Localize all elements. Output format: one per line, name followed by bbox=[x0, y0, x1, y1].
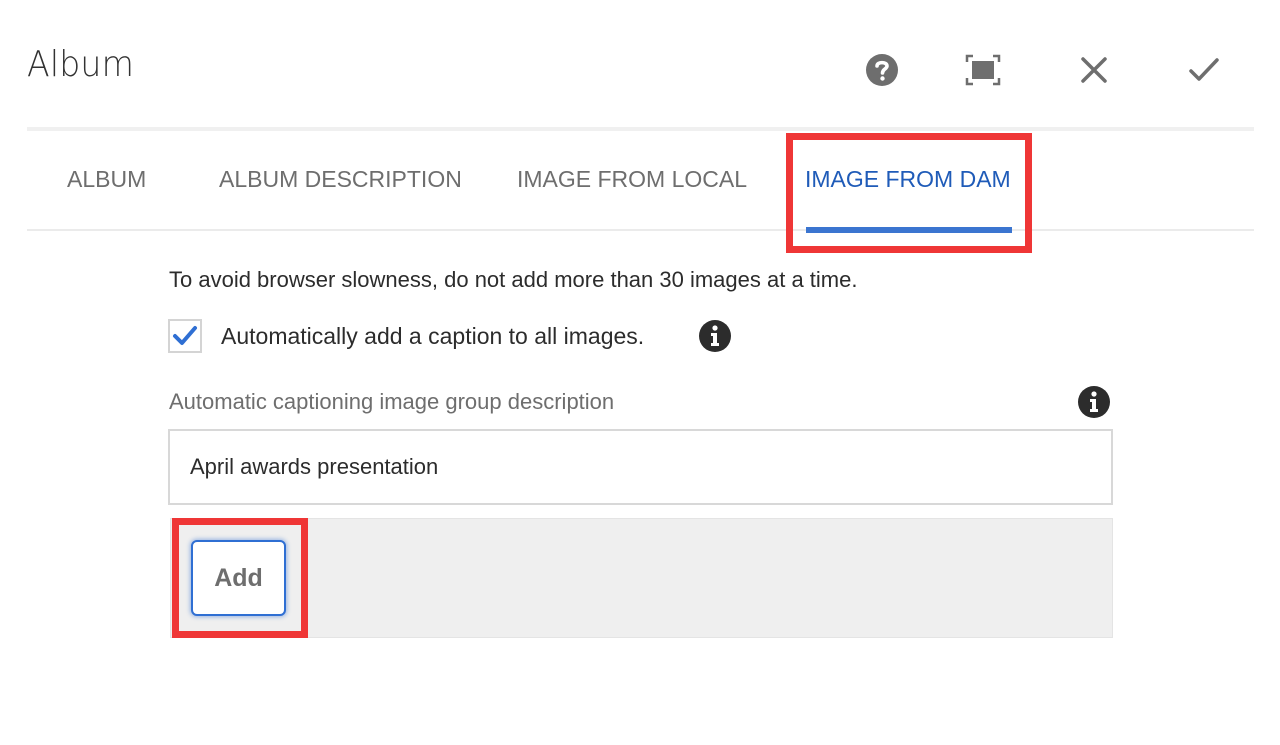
group-description-input[interactable] bbox=[168, 429, 1113, 505]
header-divider bbox=[27, 127, 1254, 131]
help-button[interactable] bbox=[864, 52, 900, 88]
image-multifield bbox=[170, 518, 1113, 638]
auto-caption-label: Automatically add a caption to all image… bbox=[221, 323, 645, 349]
fullscreen-button[interactable] bbox=[965, 52, 1001, 88]
fullscreen-icon bbox=[965, 54, 1001, 86]
group-description-label: Automatic captioning image group descrip… bbox=[169, 389, 615, 414]
tab-album[interactable]: ALBUM bbox=[67, 166, 146, 193]
tabs-divider bbox=[27, 229, 1254, 231]
info-icon[interactable] bbox=[1077, 385, 1111, 419]
checkmark-icon bbox=[173, 326, 197, 345]
tab-image-from-local[interactable]: IMAGE FROM LOCAL bbox=[517, 166, 747, 193]
auto-caption-checkbox[interactable] bbox=[168, 319, 202, 353]
tab-image-from-dam[interactable]: IMAGE FROM DAM bbox=[805, 166, 1011, 193]
done-button[interactable] bbox=[1186, 52, 1222, 88]
close-button[interactable] bbox=[1076, 52, 1112, 88]
add-button[interactable]: Add bbox=[191, 540, 286, 616]
image-limit-note: To avoid browser slowness, do not add mo… bbox=[169, 267, 858, 292]
close-icon bbox=[1081, 57, 1107, 83]
checkmark-icon bbox=[1189, 58, 1219, 81]
highlight-box-tab bbox=[786, 133, 1032, 253]
dialog-title: Album bbox=[27, 44, 135, 85]
tab-album-description[interactable]: ALBUM DESCRIPTION bbox=[219, 166, 462, 193]
info-icon[interactable] bbox=[698, 319, 732, 353]
help-icon bbox=[866, 54, 898, 86]
active-tab-indicator bbox=[806, 227, 1012, 233]
